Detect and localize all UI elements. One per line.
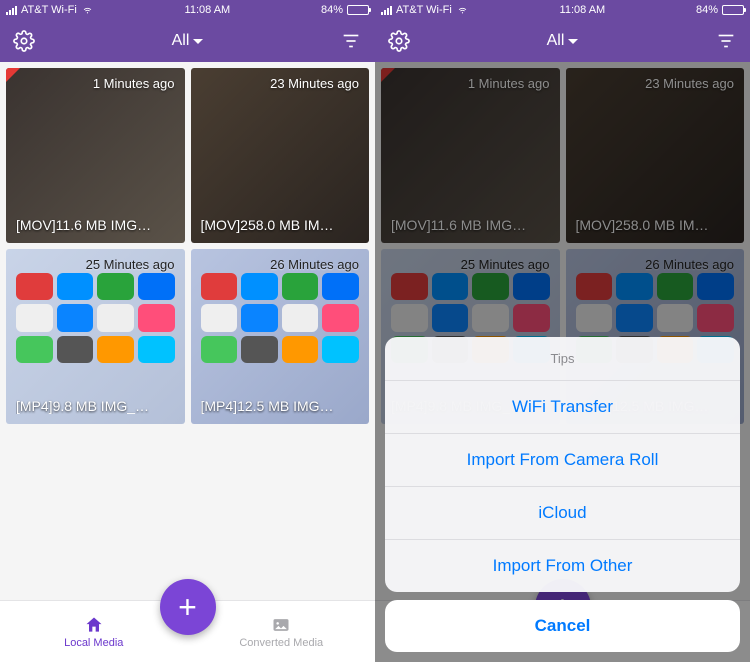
signal-icon xyxy=(6,5,17,15)
filter-button[interactable] xyxy=(714,29,738,53)
new-indicator-icon xyxy=(381,68,395,82)
status-time: 11:08 AM xyxy=(560,4,606,16)
screenshot-thumbnail xyxy=(201,273,360,394)
media-timestamp: 25 Minutes ago xyxy=(461,257,550,272)
screenshot-right: AT&T Wi-Fi 11:08 AM 84% All 1 Minutes ag… xyxy=(375,0,750,662)
media-item[interactable]: 25 Minutes ago [MP4]9.8 MB IMG_… xyxy=(6,249,185,424)
media-timestamp: 1 Minutes ago xyxy=(93,76,175,91)
battery-icon xyxy=(347,5,369,15)
signal-icon xyxy=(381,5,392,15)
media-timestamp: 25 Minutes ago xyxy=(86,257,175,272)
status-bar: AT&T Wi-Fi 11:08 AM 84% xyxy=(375,0,750,20)
sheet-option-icloud[interactable]: iCloud xyxy=(385,487,740,540)
media-label: [MOV]258.0 MB IM… xyxy=(576,217,737,233)
tab-bar: Local Media + Converted Media xyxy=(0,600,375,662)
header-filter-dropdown[interactable]: All xyxy=(172,32,204,50)
plus-icon: + xyxy=(178,589,197,626)
tab-label: Converted Media xyxy=(239,637,323,649)
media-label: [MP4]9.8 MB IMG_… xyxy=(16,398,177,414)
wifi-icon xyxy=(81,5,94,15)
media-timestamp: 23 Minutes ago xyxy=(270,76,359,91)
header-title: All xyxy=(547,32,565,50)
status-time: 11:08 AM xyxy=(185,4,231,16)
app-header: All xyxy=(375,20,750,62)
gear-icon xyxy=(388,30,410,52)
settings-button[interactable] xyxy=(12,29,36,53)
sheet-option-import-other[interactable]: Import From Other xyxy=(385,540,740,592)
media-timestamp: 26 Minutes ago xyxy=(270,257,359,272)
image-icon xyxy=(271,615,291,635)
action-sheet-title: Tips xyxy=(385,337,740,381)
screenshot-thumbnail xyxy=(16,273,175,394)
media-timestamp: 23 Minutes ago xyxy=(645,76,734,91)
filter-button[interactable] xyxy=(339,29,363,53)
header-title: All xyxy=(172,32,190,50)
battery-percent: 84% xyxy=(696,4,718,16)
media-item: 23 Minutes ago [MOV]258.0 MB IM… xyxy=(566,68,745,243)
carrier-label: AT&T Wi-Fi xyxy=(396,4,452,16)
tab-local-media[interactable]: Local Media xyxy=(39,615,149,649)
media-grid: 1 Minutes ago [MOV]11.6 MB IMG… 23 Minut… xyxy=(0,62,375,600)
filter-icon xyxy=(715,30,737,52)
status-bar: AT&T Wi-Fi 11:08 AM 84% xyxy=(0,0,375,20)
filter-icon xyxy=(340,30,362,52)
screenshot-left: AT&T Wi-Fi 11:08 AM 84% All 1 Minutes ag… xyxy=(0,0,375,662)
new-indicator-icon xyxy=(6,68,20,82)
app-header: All xyxy=(0,20,375,62)
battery-percent: 84% xyxy=(321,4,343,16)
chevron-down-icon xyxy=(568,39,578,44)
media-timestamp: 26 Minutes ago xyxy=(645,257,734,272)
action-sheet: Tips WiFi Transfer Import From Camera Ro… xyxy=(385,337,740,652)
tab-converted-media[interactable]: Converted Media xyxy=(226,615,336,649)
media-item: 1 Minutes ago [MOV]11.6 MB IMG… xyxy=(381,68,560,243)
chevron-down-icon xyxy=(193,39,203,44)
add-button[interactable]: + xyxy=(160,579,216,635)
settings-button[interactable] xyxy=(387,29,411,53)
battery-icon xyxy=(722,5,744,15)
wifi-icon xyxy=(456,5,469,15)
media-timestamp: 1 Minutes ago xyxy=(468,76,550,91)
media-label: [MP4]12.5 MB IMG… xyxy=(201,398,362,414)
tab-label: Local Media xyxy=(64,637,123,649)
media-label: [MOV]258.0 MB IM… xyxy=(201,217,362,233)
media-label: [MOV]11.6 MB IMG… xyxy=(391,217,552,233)
home-icon xyxy=(84,615,104,635)
media-item[interactable]: 23 Minutes ago [MOV]258.0 MB IM… xyxy=(191,68,370,243)
sheet-option-wifi-transfer[interactable]: WiFi Transfer xyxy=(385,381,740,434)
header-filter-dropdown[interactable]: All xyxy=(547,32,579,50)
media-item[interactable]: 1 Minutes ago [MOV]11.6 MB IMG… xyxy=(6,68,185,243)
carrier-label: AT&T Wi-Fi xyxy=(21,4,77,16)
sheet-cancel-button[interactable]: Cancel xyxy=(385,600,740,652)
sheet-option-camera-roll[interactable]: Import From Camera Roll xyxy=(385,434,740,487)
media-label: [MOV]11.6 MB IMG… xyxy=(16,217,177,233)
media-item[interactable]: 26 Minutes ago [MP4]12.5 MB IMG… xyxy=(191,249,370,424)
gear-icon xyxy=(13,30,35,52)
